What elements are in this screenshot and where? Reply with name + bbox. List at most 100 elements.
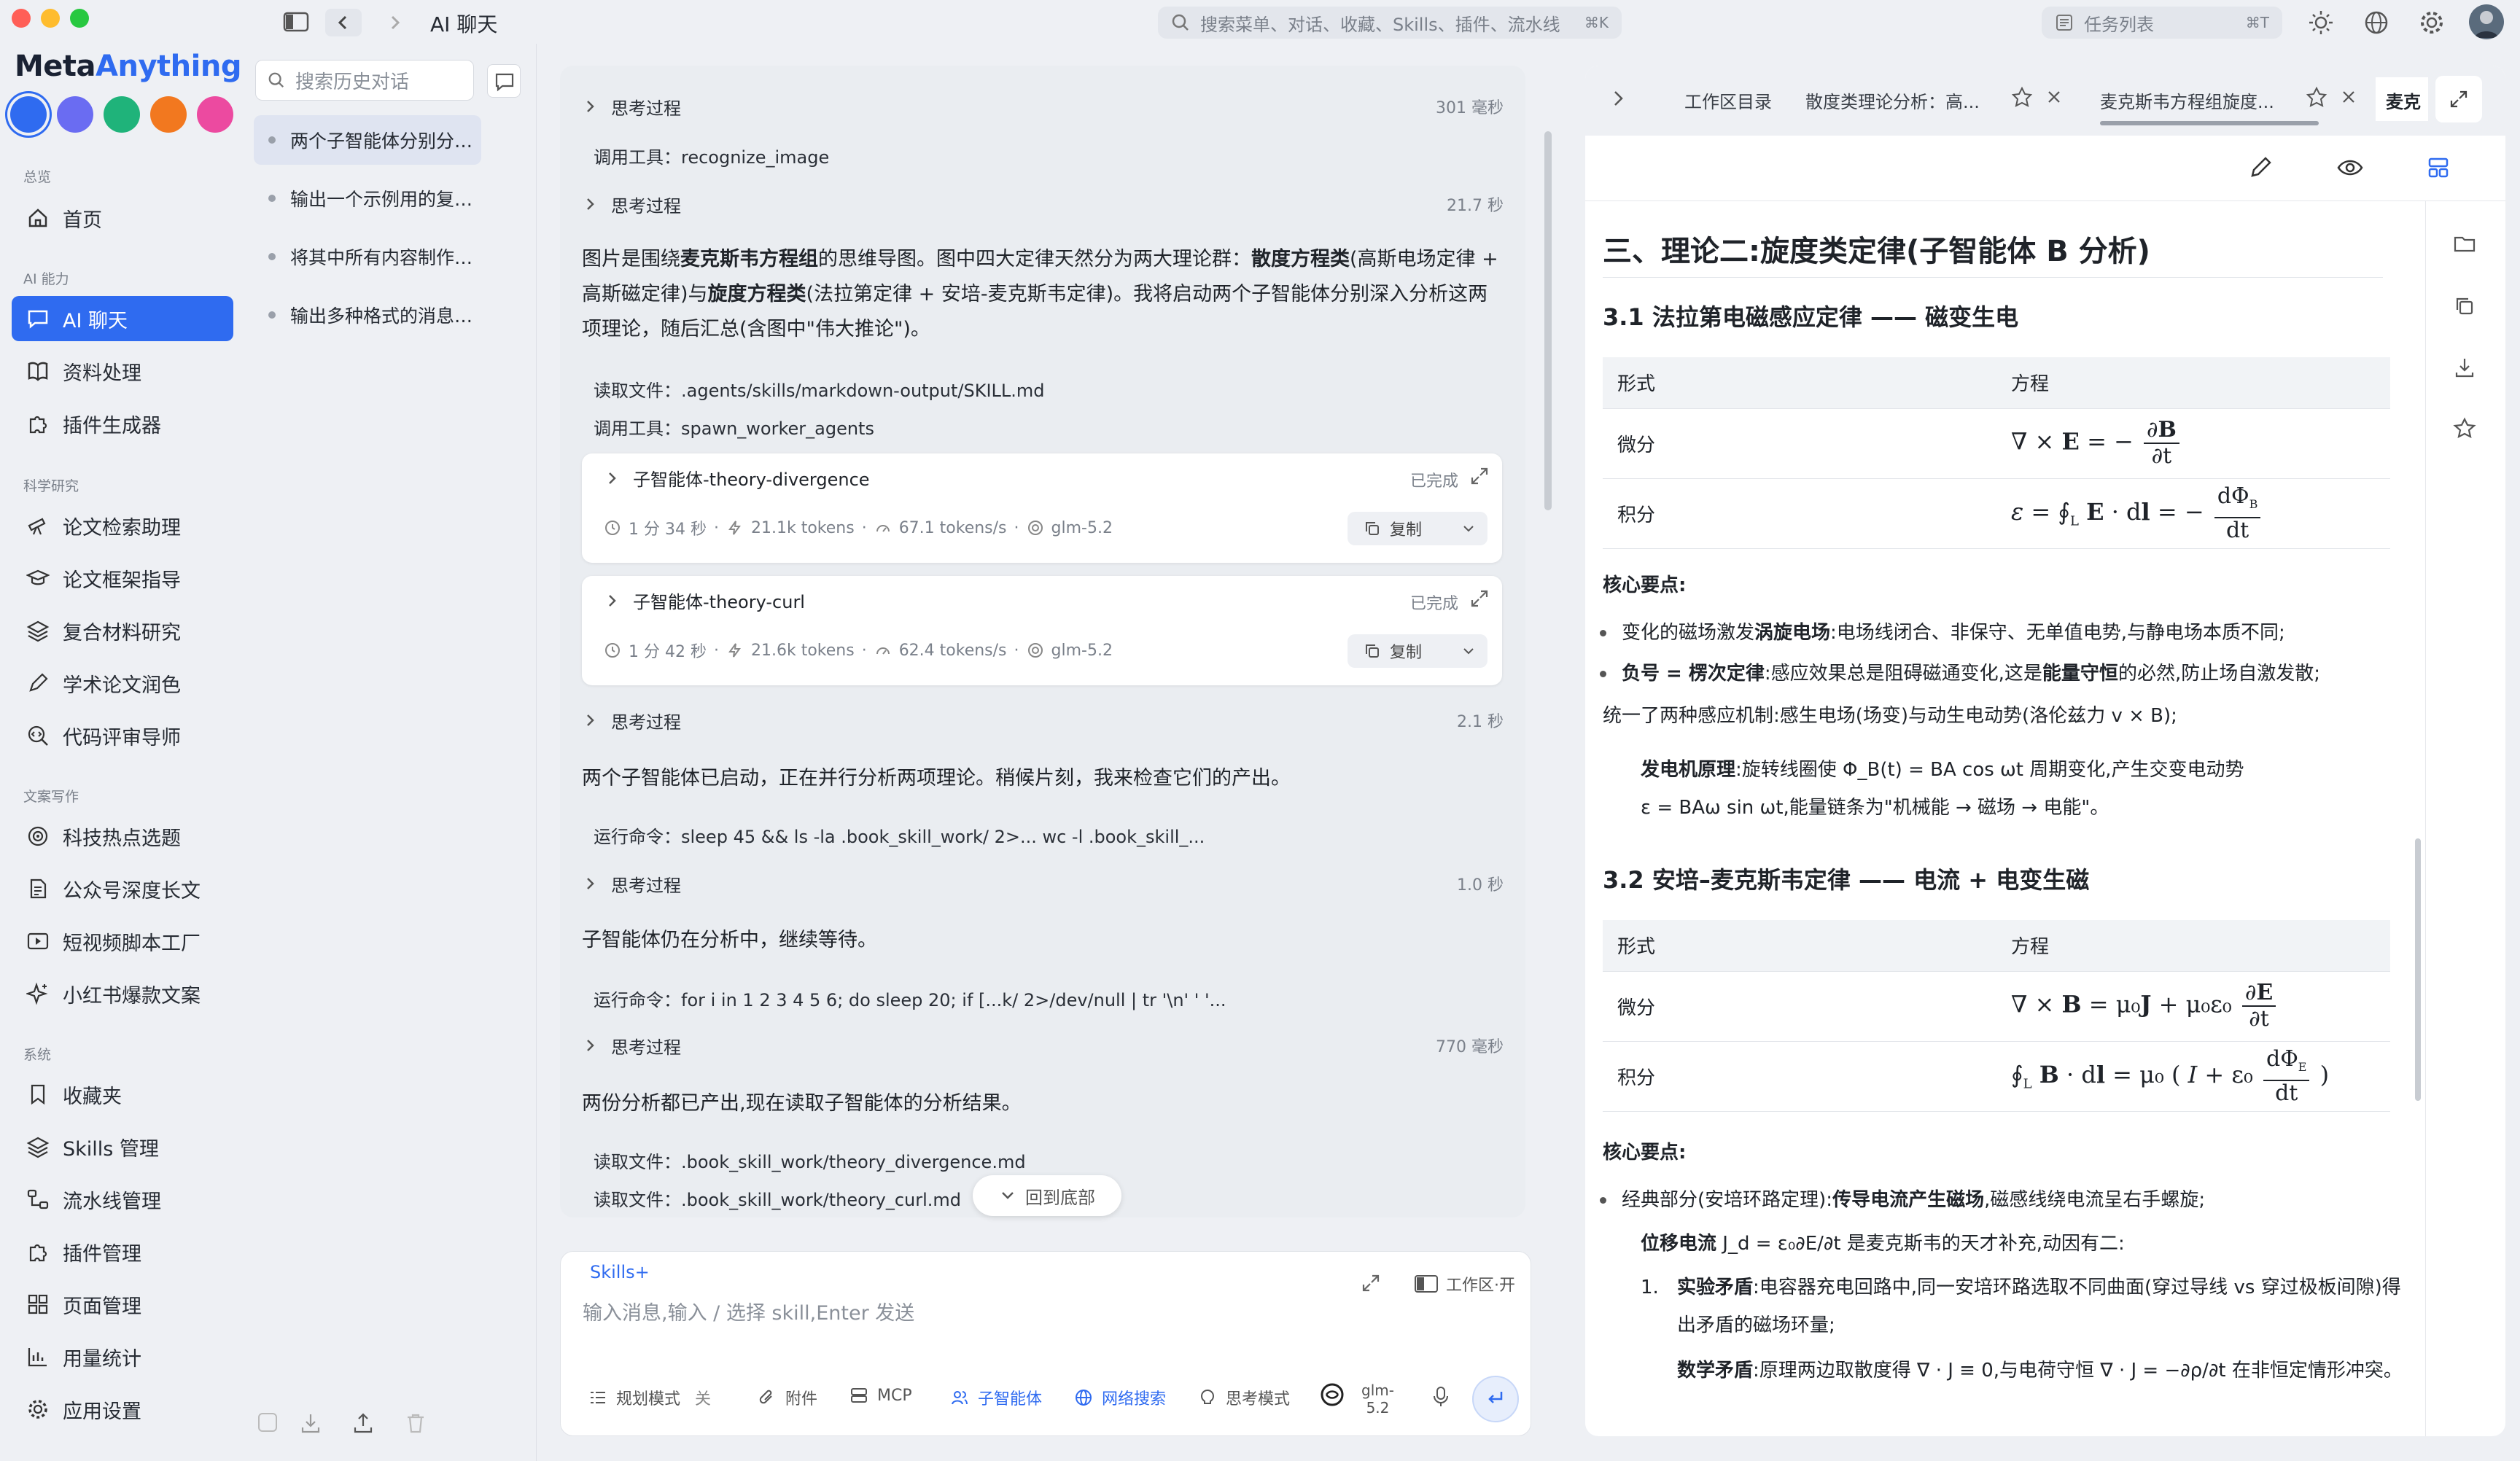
- subagent-card[interactable]: 子智能体-theory-curl 已完成 1 分 42 秒 · 21.6k tok…: [582, 576, 1502, 685]
- trash-icon[interactable]: [404, 1411, 427, 1435]
- maximize-panel-button[interactable]: [2435, 76, 2482, 122]
- star-icon[interactable]: [2443, 407, 2486, 451]
- history-search-input[interactable]: 搜索历史对话: [255, 60, 474, 101]
- expand-icon[interactable]: [1469, 588, 1490, 609]
- copy-button[interactable]: 复制: [1348, 512, 1488, 545]
- subagent-toggle[interactable]: 子智能体: [950, 1386, 1042, 1409]
- close-tab-icon[interactable]: [2045, 87, 2064, 106]
- copy-icon[interactable]: [2443, 284, 2486, 328]
- star-icon[interactable]: [2011, 86, 2033, 108]
- expand-icon[interactable]: [1469, 465, 1490, 487]
- copy-button[interactable]: 复制: [1348, 634, 1488, 668]
- workspace-toggle[interactable]: 工作区·开: [1414, 1272, 1515, 1296]
- sidebar-item-plugins[interactable]: 插件管理: [12, 1229, 233, 1274]
- chevron-right-icon[interactable]: [1607, 87, 1629, 109]
- avatar[interactable]: [2469, 4, 2504, 39]
- tab-scrollbar[interactable]: [2100, 121, 2319, 125]
- layout-icon[interactable]: [2425, 155, 2451, 181]
- thinking-block[interactable]: 思考过程 770 毫秒: [582, 1024, 1504, 1067]
- sidebar-item-paper-framework[interactable]: 论文框架指导: [12, 556, 233, 601]
- chat-scrollbar[interactable]: [1544, 131, 1552, 510]
- sidebar-item-home[interactable]: 首页: [12, 195, 233, 241]
- tab-curl[interactable]: 麦克斯韦方程组旋度...: [2100, 87, 2274, 113]
- sidebar-toggle-icon[interactable]: [283, 12, 309, 32]
- history-item[interactable]: 两个子智能体分别分析如...: [254, 115, 481, 165]
- thinking-block[interactable]: 思考过程 2.1 秒: [582, 698, 1504, 742]
- sidebar-item-skills[interactable]: Skills 管理: [12, 1124, 233, 1169]
- minimize-window-button[interactable]: [41, 9, 60, 28]
- history-search-placeholder: 搜索历史对话: [295, 71, 410, 93]
- sidebar-item-label: 用量统计: [63, 1347, 141, 1371]
- maximize-window-button[interactable]: [70, 9, 89, 28]
- theme-icon[interactable]: [2307, 9, 2335, 36]
- globe-icon[interactable]: [2362, 9, 2390, 36]
- expand-composer-icon[interactable]: [1360, 1272, 1382, 1294]
- sidebar-item-composite-research[interactable]: 复合材料研究: [12, 608, 233, 653]
- model-name[interactable]: glm- 5.2: [1361, 1382, 1394, 1417]
- sidebar-item-tech-topics[interactable]: 科技热点选题: [12, 814, 233, 859]
- theme-color-green[interactable]: [104, 96, 140, 133]
- history-item[interactable]: 输出多种格式的消息，比...: [254, 290, 481, 340]
- model-selector[interactable]: [1319, 1382, 1345, 1408]
- tab-divergence[interactable]: 散度类理论分析：高...: [1805, 87, 1980, 113]
- export-icon[interactable]: [351, 1411, 375, 1435]
- tab-active[interactable]: 麦克: [2376, 77, 2428, 121]
- theme-color-blue[interactable]: [10, 96, 47, 133]
- settings-gear-icon[interactable]: [2418, 9, 2446, 36]
- sidebar-item-data-processing[interactable]: 资料处理: [12, 348, 233, 394]
- plan-mode-toggle[interactable]: 规划模式关: [588, 1386, 711, 1409]
- thinking-block[interactable]: 思考过程 21.7 秒: [582, 182, 1504, 226]
- folder-icon[interactable]: [2443, 222, 2486, 265]
- back-to-bottom-button[interactable]: 回到底部: [973, 1175, 1121, 1216]
- forward-button[interactable]: [376, 9, 413, 36]
- think-mode-toggle[interactable]: 思考模式: [1198, 1386, 1290, 1409]
- send-button[interactable]: [1472, 1376, 1519, 1422]
- star-icon[interactable]: [2306, 86, 2328, 108]
- sidebar-item-code-review[interactable]: 代码评审导师: [12, 713, 233, 758]
- sidebar-item-favorites[interactable]: 收藏夹: [12, 1072, 233, 1117]
- theme-color-indigo[interactable]: [57, 96, 93, 133]
- sidebar-item-settings[interactable]: 应用设置: [12, 1387, 233, 1432]
- web-search-toggle[interactable]: 网络搜索: [1074, 1386, 1166, 1409]
- microphone-icon[interactable]: [1431, 1386, 1450, 1408]
- theme-color-orange[interactable]: [150, 96, 187, 133]
- back-button[interactable]: [325, 9, 362, 36]
- sidebar-item-label: 论文框架指导: [63, 569, 181, 592]
- theme-color-pink[interactable]: [197, 96, 233, 133]
- close-window-button[interactable]: [12, 9, 31, 28]
- new-chat-button[interactable]: [487, 64, 521, 98]
- history-item[interactable]: 将其中所有内容制作一份...: [254, 232, 481, 281]
- edit-pencil-icon[interactable]: [2247, 155, 2274, 181]
- sidebar-item-short-video[interactable]: 短视频脚本工厂: [12, 919, 233, 964]
- sidebar-item-pipelines[interactable]: 流水线管理: [12, 1177, 233, 1222]
- tab-workspace-dir[interactable]: 工作区目录: [1684, 87, 1772, 113]
- sidebar-item-label: 论文检索助理: [63, 516, 181, 539]
- download-icon[interactable]: [2443, 346, 2486, 389]
- sidebar-item-paper-polish[interactable]: 学术论文润色: [12, 661, 233, 706]
- history-item[interactable]: 输出一个示例用的复杂公...: [254, 174, 481, 223]
- skills-picker[interactable]: Skills+: [590, 1262, 650, 1282]
- preview-eye-icon[interactable]: [2336, 155, 2364, 181]
- select-all-checkbox[interactable]: [258, 1413, 277, 1432]
- tasklist-button[interactable]: 任务列表 ⌘T: [2042, 7, 2282, 39]
- sidebar-item-xiaohongshu[interactable]: 小红书爆款文案: [12, 971, 233, 1016]
- sidebar-item-usage[interactable]: 用量统计: [12, 1334, 233, 1379]
- sidebar-item-wechat-longform[interactable]: 公众号深度长文: [12, 866, 233, 911]
- thinking-block[interactable]: 思考过程 301 毫秒: [582, 85, 1504, 128]
- thinking-block[interactable]: 思考过程 1.0 秒: [582, 862, 1504, 905]
- subagent-card[interactable]: 子智能体-theory-divergence 已完成 1 分 34 秒 · 21.…: [582, 453, 1502, 563]
- global-search-input[interactable]: 搜索菜单、对话、收藏、Skills、插件、流水线 ⌘K: [1158, 7, 1622, 39]
- mcp-button[interactable]: MCP: [849, 1386, 912, 1405]
- sidebar-item-label: 插件生成器: [63, 414, 161, 437]
- sidebar-item-paper-search[interactable]: 论文检索助理: [12, 503, 233, 548]
- subagent-tokens: 21.6k tokens: [750, 641, 855, 660]
- attach-button[interactable]: 附件: [758, 1386, 817, 1409]
- import-icon[interactable]: [299, 1411, 322, 1435]
- sidebar-item-plugin-generator[interactable]: 插件生成器: [12, 401, 233, 446]
- doc-scrollbar[interactable]: [2415, 838, 2421, 1101]
- sidebar-item-ai-chat[interactable]: AI 聊天: [12, 296, 233, 341]
- chart-icon: [28, 1348, 47, 1367]
- sidebar-item-pages[interactable]: 页面管理: [12, 1282, 233, 1327]
- close-tab-icon[interactable]: [2339, 87, 2358, 106]
- message-input[interactable]: 输入消息,输入 / 选择 skill,Enter 发送: [583, 1297, 914, 1325]
